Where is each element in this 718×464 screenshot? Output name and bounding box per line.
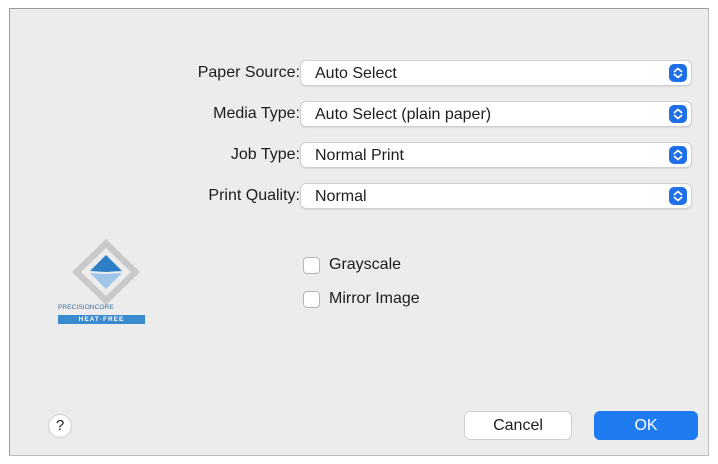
grayscale-checkbox[interactable] <box>303 257 320 274</box>
job-type-value: Normal Print <box>315 147 404 164</box>
chevron-updown-icon <box>669 64 687 82</box>
precisioncore-diamond-icon <box>72 239 140 305</box>
logo-tagline: PRECISIONCORE <box>58 304 114 311</box>
help-button[interactable]: ? <box>48 414 72 438</box>
media-type-popup[interactable]: Auto Select (plain paper) <box>300 101 692 127</box>
paper-source-popup[interactable]: Auto Select <box>300 60 692 86</box>
paper-source-label: Paper Source: <box>197 64 300 81</box>
chevron-updown-icon <box>669 187 687 205</box>
media-type-row: Media Type: Auto Select (plain paper) <box>10 100 710 128</box>
paper-source-row: Paper Source: Auto Select <box>10 59 710 87</box>
chevron-updown-icon <box>669 105 687 123</box>
logo-heatfree-bar: HEAT·FREE <box>58 315 145 324</box>
print-quality-row: Print Quality: Normal <box>10 182 710 210</box>
chevron-updown-icon <box>669 146 687 164</box>
media-type-value: Auto Select (plain paper) <box>315 106 492 123</box>
media-type-label: Media Type: <box>213 105 300 122</box>
print-quality-value: Normal <box>315 188 367 205</box>
precisioncore-logo: PRECISIONCORE HEAT·FREE <box>58 239 154 343</box>
print-quality-popup[interactable]: Normal <box>300 183 692 209</box>
print-quality-label: Print Quality: <box>208 187 300 204</box>
grayscale-label: Grayscale <box>329 256 402 273</box>
cancel-button[interactable]: Cancel <box>464 411 572 440</box>
print-settings-dialog: Paper Source: Auto Select Media Type: Au… <box>9 8 709 456</box>
mirror-image-label: Mirror Image <box>329 290 420 307</box>
paper-source-value: Auto Select <box>315 65 397 82</box>
mirror-image-checkbox[interactable] <box>303 291 320 308</box>
job-type-label: Job Type: <box>230 146 300 163</box>
job-type-popup[interactable]: Normal Print <box>300 142 692 168</box>
job-type-row: Job Type: Normal Print <box>10 141 710 169</box>
ok-button[interactable]: OK <box>594 411 698 440</box>
